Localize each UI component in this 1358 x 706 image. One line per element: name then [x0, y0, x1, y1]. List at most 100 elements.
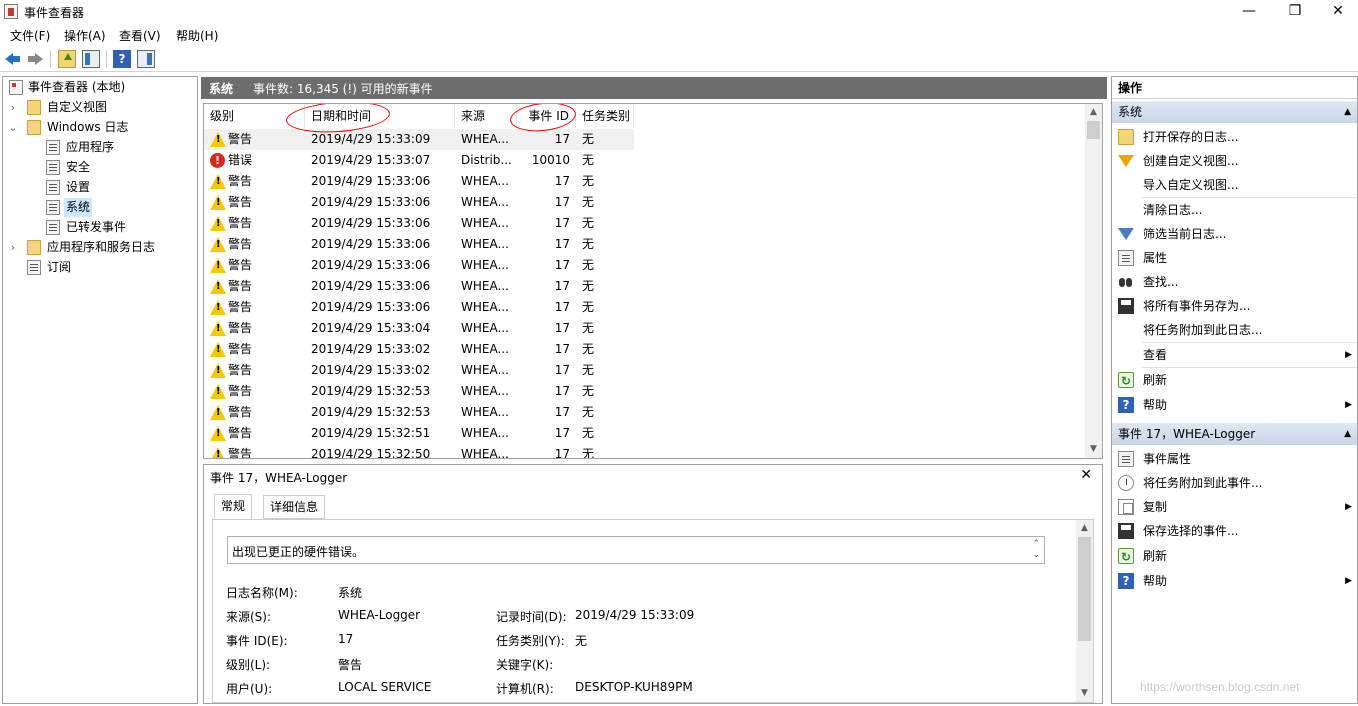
maximize-button[interactable]: ❐ [1272, 0, 1318, 24]
chevron-down-icon[interactable]: ⌄ [1032, 550, 1040, 560]
table-row[interactable]: 警告 2019/4/29 15:33:04 WHEA... 17 无 [204, 318, 634, 339]
actions-section-event[interactable]: 事件 17，WHEA-Logger ▲ [1112, 423, 1357, 445]
cell-source: WHEA... [461, 363, 509, 377]
tree-item-setup[interactable]: 设置 [5, 178, 195, 197]
column-header-category[interactable]: 任务类别 [576, 104, 634, 128]
minimize-button[interactable]: — [1226, 0, 1272, 24]
action-attach-task-to-event[interactable]: 将任务附加到此事件... [1112, 471, 1357, 495]
collapse-triangle-icon[interactable]: ▲ [1344, 101, 1351, 123]
tree-root[interactable]: 事件查看器 (本地) [5, 78, 195, 97]
scroll-up-arrow-icon[interactable]: ▲ [1076, 520, 1093, 537]
column-header-source[interactable]: 来源 [455, 104, 517, 128]
level-label: 级别(L): [226, 658, 271, 672]
action-save-all-events[interactable]: 将所有事件另存为... [1112, 294, 1357, 318]
tree-item-application[interactable]: 应用程序 [5, 138, 195, 157]
action-import-custom-view[interactable]: 导入自定义视图... [1112, 173, 1357, 197]
show-hide-console-tree-icon[interactable] [82, 50, 100, 68]
table-row[interactable]: 警告 2019/4/29 15:33:09 WHEA... 17 无 [204, 129, 634, 150]
tab-details[interactable]: 详细信息 [263, 495, 326, 519]
cell-category: 无 [582, 447, 595, 459]
event-message-box[interactable]: 出现已更正的硬件错误。 ⌃ ⌄ [227, 536, 1045, 564]
back-arrow-icon[interactable] [4, 50, 22, 68]
cell-event-id: 17 [554, 363, 570, 377]
log-name: 系统 [209, 82, 234, 96]
close-detail-icon[interactable]: ✕ [1080, 467, 1092, 483]
action-attach-task-to-log[interactable]: 将任务附加到此日志... [1112, 318, 1357, 342]
scroll-down-arrow-icon[interactable]: ▼ [1076, 685, 1093, 702]
action-label: 打开保存的日志... [1143, 130, 1239, 144]
action-filter-current-log[interactable]: 筛选当前日志... [1112, 222, 1357, 246]
menu-file[interactable]: 文件(F) [10, 27, 50, 44]
action-refresh-event[interactable]: 刷新 [1112, 544, 1357, 569]
action-refresh[interactable]: 刷新 [1112, 368, 1357, 393]
table-row[interactable]: 警告 2019/4/29 15:33:06 WHEA... 17 无 [204, 234, 634, 255]
actions-section-system[interactable]: 系统 ▲ [1112, 101, 1357, 123]
table-row[interactable]: 警告 2019/4/29 15:33:06 WHEA... 17 无 [204, 213, 634, 234]
menu-view[interactable]: 查看(V) [119, 27, 161, 44]
help-icon[interactable]: ? [113, 50, 131, 68]
tree-item-forwarded-events[interactable]: 已转发事件 [5, 218, 195, 237]
tree-item-subscriptions[interactable]: 订阅 [5, 258, 195, 277]
cell-category: 无 [582, 174, 595, 188]
detail-scrollbar[interactable]: ▲ ▼ [1076, 520, 1093, 702]
action-event-properties[interactable]: 事件属性 [1112, 447, 1357, 471]
action-help[interactable]: ? 帮助 ▶ [1112, 393, 1357, 417]
event-list-scrollbar[interactable]: ▲ ▼ [1085, 104, 1102, 458]
tree-item-windows-logs[interactable]: ⌄ Windows 日志 [5, 118, 195, 137]
collapse-triangle-icon[interactable]: ▲ [1344, 423, 1351, 445]
menu-action[interactable]: 操作(A) [64, 27, 106, 44]
column-header-level[interactable]: 级别 [204, 104, 305, 128]
scroll-down-arrow-icon[interactable]: ▼ [1085, 441, 1102, 458]
forward-arrow-icon[interactable] [26, 50, 44, 68]
action-clear-log[interactable]: 清除日志... [1112, 198, 1357, 222]
chevron-up-icon[interactable]: ⌃ [1032, 539, 1040, 549]
tab-general[interactable]: 常规 [214, 494, 253, 520]
close-button[interactable]: ✕ [1318, 0, 1358, 24]
table-row[interactable]: 警告 2019/4/29 15:33:06 WHEA... 17 无 [204, 255, 634, 276]
table-row[interactable]: 警告 2019/4/29 15:32:53 WHEA... 17 无 [204, 381, 634, 402]
table-row[interactable]: 警告 2019/4/29 15:33:02 WHEA... 17 无 [204, 360, 634, 381]
show-hide-action-pane-icon[interactable] [137, 50, 155, 68]
table-row[interactable]: 警告 2019/4/29 15:33:06 WHEA... 17 无 [204, 192, 634, 213]
action-open-saved-log[interactable]: 打开保存的日志... [1112, 125, 1357, 149]
cell-event-id: 17 [554, 447, 570, 459]
column-header-event-id[interactable]: 事件 ID [517, 104, 576, 128]
level-value: 警告 [338, 658, 363, 672]
action-copy[interactable]: 复制 ▶ [1112, 495, 1357, 519]
table-row[interactable]: 警告 2019/4/29 15:32:53 WHEA... 17 无 [204, 402, 634, 423]
up-level-icon[interactable] [58, 50, 76, 68]
table-row[interactable]: 警告 2019/4/29 15:33:06 WHEA... 17 无 [204, 276, 634, 297]
table-row[interactable]: 警告 2019/4/29 15:32:51 WHEA... 17 无 [204, 423, 634, 444]
chevron-down-icon[interactable]: ⌄ [7, 118, 19, 137]
log-name-label: 日志名称(M): [226, 586, 298, 600]
action-view[interactable]: 查看 ▶ [1112, 343, 1357, 367]
event-viewer-app-icon [4, 4, 18, 19]
tree-item-security[interactable]: 安全 [5, 158, 195, 177]
tree-item-custom-views[interactable]: › 自定义视图 [5, 98, 195, 117]
column-header-datetime[interactable]: 日期和时间 [305, 104, 455, 128]
table-row[interactable]: 警告 2019/4/29 15:33:06 WHEA... 17 无 [204, 171, 634, 192]
table-row[interactable]: 警告 2019/4/29 15:33:02 WHEA... 17 无 [204, 339, 634, 360]
tree-item-system[interactable]: 系统 [5, 198, 195, 217]
action-help-event[interactable]: ? 帮助 ▶ [1112, 569, 1357, 593]
table-row[interactable]: 警告 2019/4/29 15:32:50 WHEA... 17 无 [204, 444, 634, 459]
cell-category: 无 [582, 237, 595, 251]
action-create-custom-view[interactable]: 创建自定义视图... [1112, 149, 1357, 173]
menu-help[interactable]: 帮助(H) [176, 27, 218, 44]
action-find[interactable]: 查找... [1112, 270, 1357, 294]
action-properties[interactable]: 属性 [1112, 246, 1357, 270]
action-save-selected-events[interactable]: 保存选择的事件... [1112, 519, 1357, 543]
warning-icon [210, 300, 226, 315]
user-value: LOCAL SERVICE [338, 680, 432, 694]
scroll-thumb[interactable] [1087, 121, 1100, 139]
table-row[interactable]: 警告 2019/4/29 15:33:06 WHEA... 17 无 [204, 297, 634, 318]
tree-item-app-service-logs[interactable]: › 应用程序和服务日志 [5, 238, 195, 257]
computer-value: DESKTOP-KUH89PM [575, 680, 693, 694]
scroll-up-arrow-icon[interactable]: ▲ [1085, 104, 1102, 121]
scroll-thumb[interactable] [1078, 537, 1091, 641]
warning-icon [210, 279, 226, 294]
action-label: 将任务附加到此事件... [1143, 476, 1263, 490]
chevron-right-icon[interactable]: › [7, 238, 19, 257]
table-row[interactable]: ! 错误 2019/4/29 15:33:07 Distrib... 10010 无 [204, 150, 634, 171]
chevron-right-icon[interactable]: › [7, 98, 19, 117]
